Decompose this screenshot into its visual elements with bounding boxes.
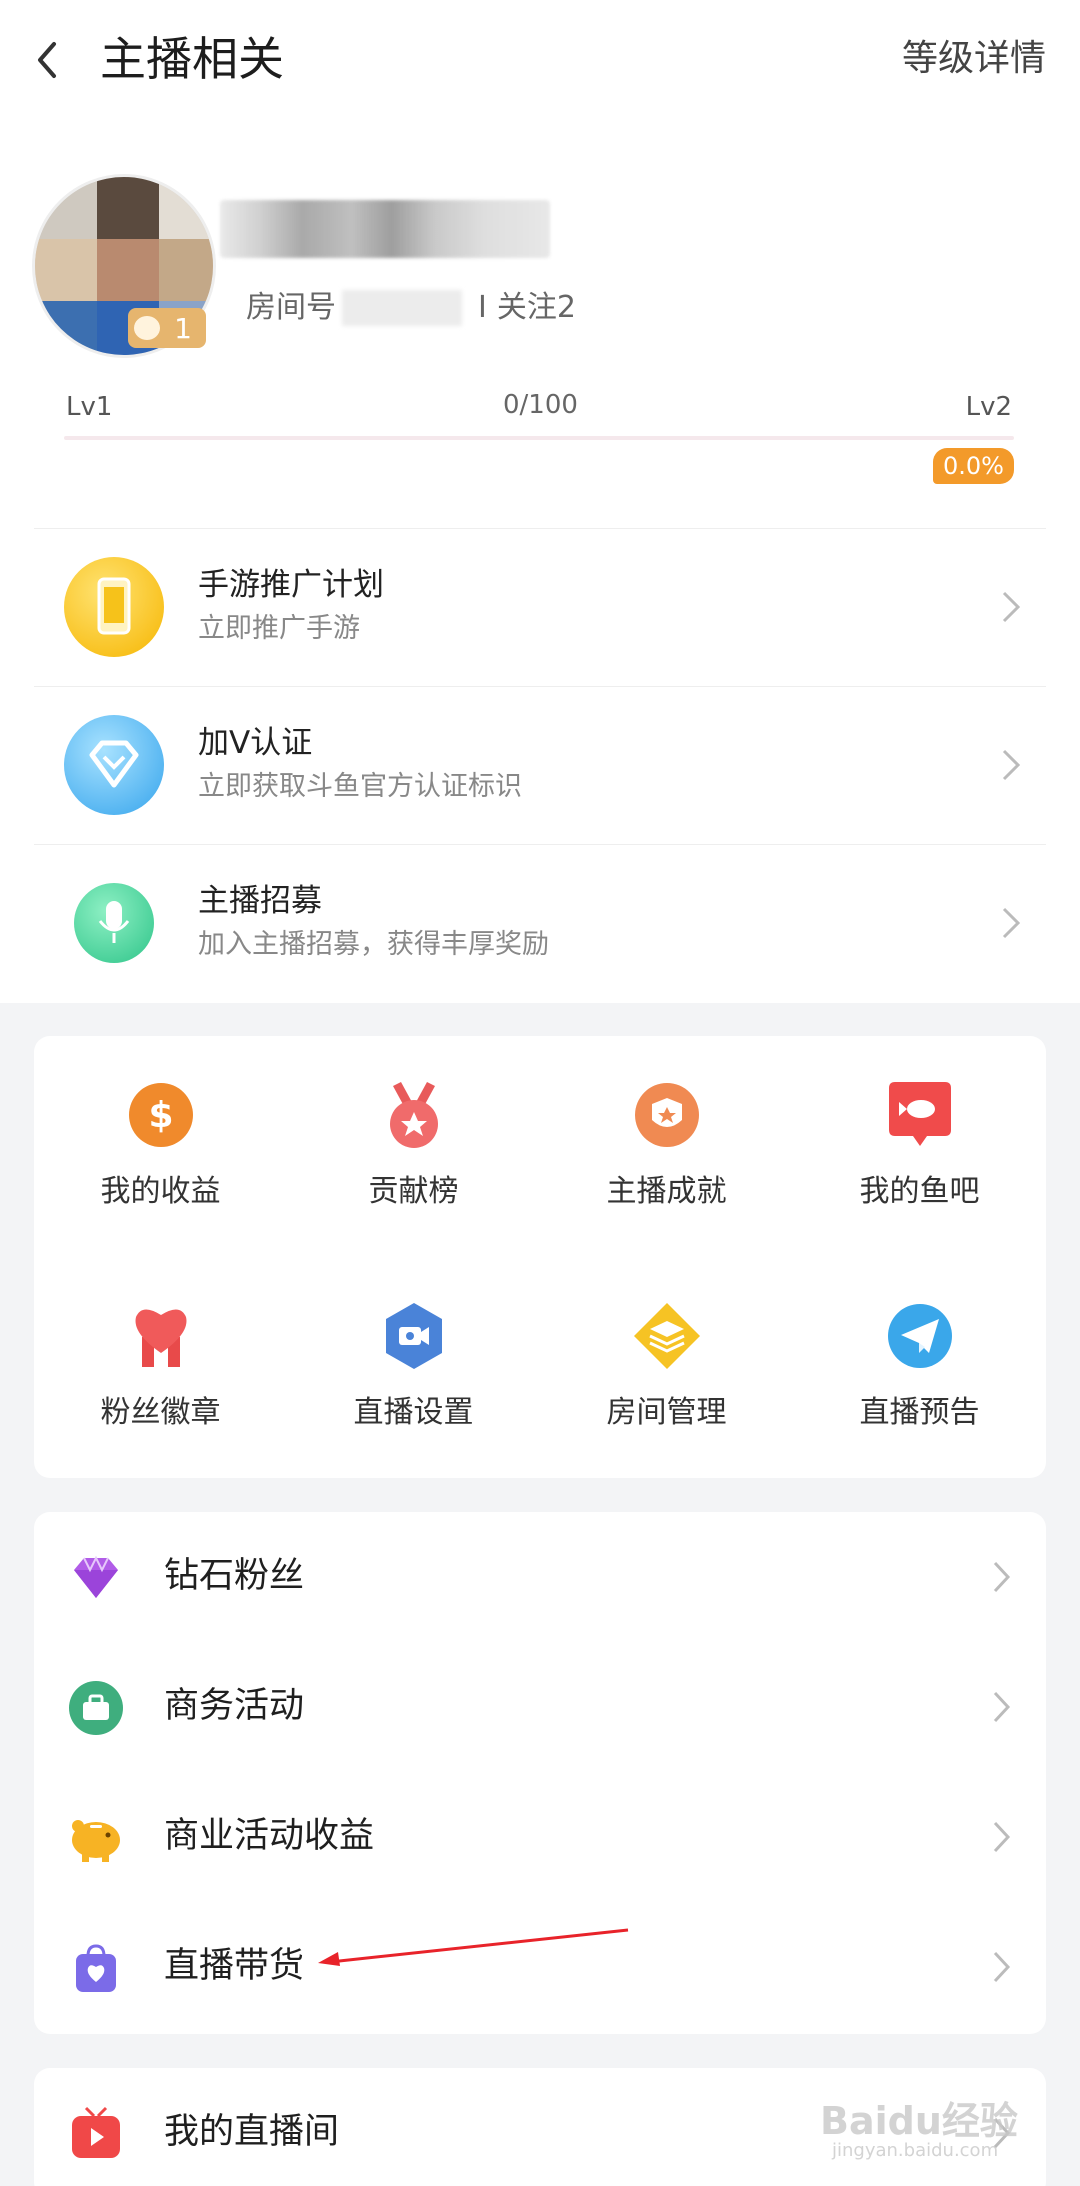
- promo-item-v-verification[interactable]: 加V认证 立即获取斗鱼官方认证标识: [34, 686, 1046, 844]
- svg-text:$: $: [148, 1095, 173, 1136]
- progress-percent-badge: 0.0%: [933, 448, 1014, 484]
- start-level-label: Lv1: [66, 392, 113, 422]
- room-label: 房间号: [246, 290, 336, 325]
- grid-label: 贡献榜: [368, 1174, 459, 1209]
- grid-item-my-fish-bar[interactable]: 我的鱼吧: [793, 1036, 1046, 1236]
- level-badge-number: 1: [174, 311, 192, 345]
- watermark: Baidu经验: [820, 2099, 1018, 2143]
- promo-title: 主播招募: [198, 883, 322, 919]
- list-item-business-activity[interactable]: 商务活动: [34, 1642, 1046, 1772]
- back-button[interactable]: [28, 34, 72, 86]
- medal-icon: [390, 1082, 438, 1148]
- chevron-right-icon: [1002, 749, 1021, 781]
- grid-item-live-settings[interactable]: 直播设置: [287, 1257, 540, 1457]
- list-label: 直播带货: [164, 1946, 305, 1986]
- header: 主播相关 等级详情: [0, 0, 1080, 120]
- grid-label: 直播预告: [859, 1395, 980, 1430]
- list-item-diamond-fans[interactable]: 钻石粉丝: [34, 1512, 1046, 1642]
- promo-title: 加V认证: [198, 725, 313, 761]
- list-item-live-commerce[interactable]: 直播带货: [34, 1902, 1046, 2032]
- grid-label: 房间管理: [606, 1395, 727, 1430]
- tv-icon: [72, 2106, 120, 2158]
- grid-label: 直播设置: [353, 1395, 474, 1430]
- level-details-link[interactable]: 等级详情: [902, 36, 1046, 82]
- promo-item-anchor-recruitment[interactable]: 主播招募 加入主播招募，获得丰厚奖励: [34, 844, 1046, 1002]
- progress-track: [64, 436, 1014, 440]
- chevron-right-icon: [993, 1691, 1011, 1723]
- annotation-arrow-icon: [318, 1928, 629, 1966]
- follow-count[interactable]: 关注2: [497, 288, 576, 328]
- promo-subtitle: 立即获取斗鱼官方认证标识: [198, 771, 522, 802]
- camera-hexagon-icon: [386, 1303, 442, 1369]
- promo-list: 手游推广计划 立即推广手游 加V认证 立即获取斗鱼官方认证标识 主播招募 加入主…: [34, 528, 1046, 1002]
- list-label: 商业活动收益: [164, 1816, 375, 1856]
- level-progress: Lv1 0/100 Lv2 0.0%: [0, 390, 1080, 492]
- chevron-right-icon: [993, 1821, 1011, 1853]
- grid-item-room-management[interactable]: 房间管理: [540, 1257, 793, 1457]
- profile-section: 1 房间号 I 关注2: [0, 160, 1080, 360]
- end-level-label: Lv2: [965, 392, 1012, 422]
- grid-label: 粉丝徽章: [100, 1395, 221, 1430]
- microphone-icon: [74, 883, 154, 963]
- badge-icon: [134, 316, 160, 340]
- promo-subtitle: 加入主播招募，获得丰厚奖励: [198, 929, 549, 960]
- grid-item-contribution-rank[interactable]: 贡献榜: [287, 1036, 540, 1236]
- fish-chat-icon: [889, 1082, 951, 1146]
- grid-item-my-earnings[interactable]: $ 我的收益: [34, 1036, 287, 1236]
- briefcase-icon: [69, 1681, 123, 1735]
- watermark-url: jingyan.baidu.com: [832, 2140, 999, 2161]
- grid-label: 我的鱼吧: [859, 1174, 980, 1209]
- chevron-right-icon: [993, 1561, 1011, 1593]
- chevron-right-icon: [993, 1951, 1011, 1983]
- heart-badge-icon: [135, 1309, 187, 1367]
- list-item-commercial-earnings[interactable]: 商业活动收益: [34, 1772, 1046, 1902]
- dollar-coin-icon: $: [129, 1083, 193, 1147]
- promo-title: 手游推广计划: [198, 567, 384, 603]
- chevron-right-icon: [1002, 907, 1021, 939]
- back-arrow-icon: [38, 42, 56, 78]
- room-info: 房间号 I 关注2: [246, 288, 576, 328]
- list-label: 我的直播间: [164, 2112, 340, 2152]
- username-redacted: [220, 200, 550, 258]
- grid-item-fan-badge[interactable]: 粉丝徽章: [34, 1257, 287, 1457]
- piggy-bank-icon: [72, 1820, 120, 1862]
- list-label: 商务活动: [164, 1686, 305, 1726]
- room-number-redacted: [342, 290, 462, 326]
- page-title: 主播相关: [100, 32, 284, 86]
- grid-label: 我的收益: [100, 1174, 221, 1209]
- shopping-bag-icon: [76, 1944, 116, 1992]
- separator: I: [478, 290, 487, 325]
- feature-grid: $ 我的收益 贡献榜 主播成就 我的鱼吧 粉丝徽章 直播设置 房间管理 直播预告: [34, 1036, 1046, 1478]
- phone-icon: [64, 557, 164, 657]
- grid-item-live-preview[interactable]: 直播预告: [793, 1257, 1046, 1457]
- achievement-badge-icon: [635, 1083, 699, 1147]
- level-badge: 1: [128, 308, 206, 348]
- grid-item-anchor-achievement[interactable]: 主播成就: [540, 1036, 793, 1236]
- experience-counter: 0/100: [503, 390, 578, 420]
- promo-item-mobile-game[interactable]: 手游推广计划 立即推广手游: [34, 528, 1046, 686]
- paper-plane-icon: [888, 1304, 952, 1368]
- chevron-right-icon: [1002, 591, 1021, 623]
- diamond-icon: [74, 1555, 118, 1598]
- list-label: 钻石粉丝: [164, 1556, 305, 1596]
- layers-icon: [634, 1303, 700, 1369]
- diamond-badge-icon: [64, 715, 164, 815]
- grid-label: 主播成就: [606, 1174, 727, 1209]
- promo-subtitle: 立即推广手游: [198, 613, 360, 644]
